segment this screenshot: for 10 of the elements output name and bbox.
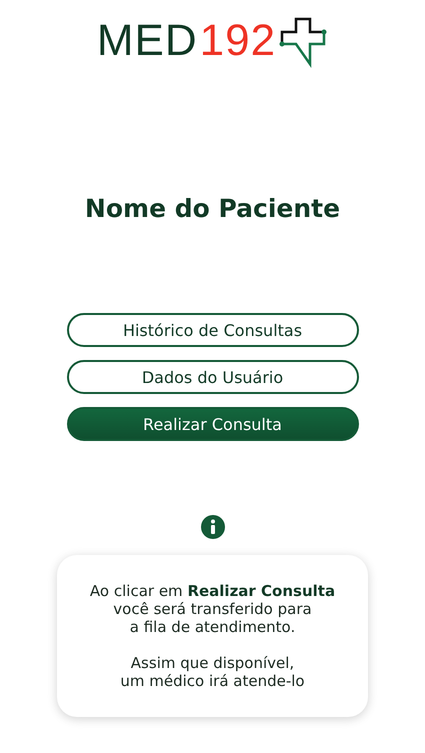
menu-button[interactable]: Dados do Usuário [66, 360, 358, 394]
start-consultation-button[interactable]: Realizar Consulta [66, 407, 358, 441]
logo-text: MED [96, 16, 198, 66]
menu-button[interactable]: Histórico de Consultas [66, 313, 358, 347]
info-icon [200, 515, 224, 539]
logo-number: 192 [200, 16, 276, 66]
info-text: Assim que disponível, um médico irá atende-lo [120, 654, 305, 690]
cross-chat-icon [278, 16, 328, 68]
info-text: Ao clicar em Realizar Consulta você será transferido para a fila de atendimento. [90, 582, 336, 636]
patient-name: Nome do Paciente [84, 194, 340, 224]
